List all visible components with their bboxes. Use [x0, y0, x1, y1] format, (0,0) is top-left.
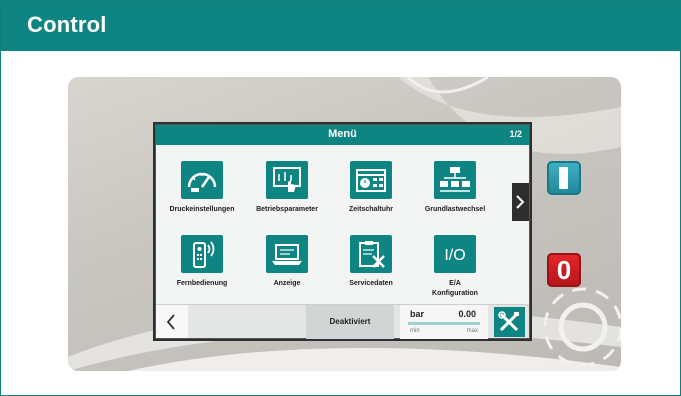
figure-frame: Control Menü 1/2 Druckeinstellungen Betr…: [0, 0, 681, 396]
tile-label: Druckeinstellungen: [169, 206, 235, 213]
tile-zeitschaltuhr[interactable]: Zeitschaltuhr: [326, 161, 416, 215]
tile-label: E/A Konfiguration: [432, 280, 478, 297]
calendar-clock-icon: [350, 161, 392, 199]
gauge-icon: [181, 161, 223, 199]
pressure-value: 0.00: [458, 309, 476, 319]
io-icon-text: I/O: [444, 247, 465, 264]
tile-grundlastwechsel[interactable]: Grundlastwechsel: [410, 161, 500, 215]
pressure-readout: bar 0.00 min max: [400, 305, 488, 339]
back-button[interactable]: [156, 304, 188, 338]
tile-label: Fernbedienung: [176, 280, 228, 287]
screen-title: Menü: [328, 128, 357, 140]
clipboard-tools-icon: [350, 235, 392, 273]
on-symbol: [559, 167, 568, 189]
tile-betriebsparameter[interactable]: Betriebsparameter: [242, 161, 332, 215]
screen-header: Menü 1/2: [156, 125, 529, 145]
tile-ea-konfiguration[interactable]: I/O E/A Konfiguration: [410, 235, 500, 299]
remote-control-icon: [181, 235, 223, 273]
service-tools-button[interactable]: [494, 307, 525, 337]
laptop-display-icon: [266, 235, 308, 273]
screen-footer: Deaktiviert bar 0.00 min max: [188, 304, 529, 339]
range-max-label: max: [466, 328, 478, 334]
off-symbol: 0: [556, 255, 572, 285]
tile-label: Zeitschaltuhr: [349, 206, 393, 213]
hardware-off-button[interactable]: 0: [547, 253, 581, 287]
tile-anzeige[interactable]: Anzeige: [242, 235, 332, 289]
next-page-button[interactable]: [512, 183, 529, 221]
tile-servicedaten[interactable]: Servicedaten: [326, 235, 416, 289]
tile-druckeinstellungen[interactable]: Druckeinstellungen: [157, 161, 247, 215]
tools-icon: [498, 311, 519, 332]
chevron-right-icon: [516, 195, 525, 209]
tile-fernbedienung[interactable]: Fernbedienung: [157, 235, 247, 289]
touch-panel-icon: [266, 161, 308, 199]
hardware-on-button[interactable]: [547, 161, 581, 195]
tile-label: Anzeige: [273, 280, 301, 287]
touch-screen: Menü 1/2 Druckeinstellungen Betriebspara…: [156, 125, 529, 339]
page-indicator: 1/2: [509, 129, 522, 139]
tile-label: Betriebsparameter: [256, 206, 318, 213]
io-icon: I/O: [434, 235, 476, 273]
section-banner: Control: [1, 1, 681, 51]
tile-label: Grundlastwechsel: [424, 206, 486, 213]
status-text: Deaktiviert: [329, 317, 371, 326]
status-field: Deaktiviert: [306, 305, 394, 339]
hierarchy-icon: [434, 161, 476, 199]
pressure-bar: [408, 322, 480, 325]
tile-label: Servicedaten: [349, 280, 393, 287]
chevron-left-icon: [166, 314, 175, 330]
banner-title: Control: [27, 12, 107, 37]
pressure-unit: bar: [410, 309, 425, 319]
range-min-label: min: [410, 328, 420, 334]
